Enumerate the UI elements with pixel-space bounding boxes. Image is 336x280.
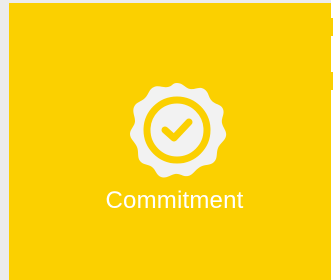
edge-marker — [331, 18, 333, 36]
certified-seal-check-icon — [130, 83, 227, 178]
card-title: Commitment — [105, 187, 244, 214]
commitment-card[interactable]: Commitment — [9, 3, 331, 280]
right-edge-strip — [331, 0, 336, 280]
page-frame: Commitment — [0, 0, 336, 280]
edge-marker — [331, 72, 333, 90]
